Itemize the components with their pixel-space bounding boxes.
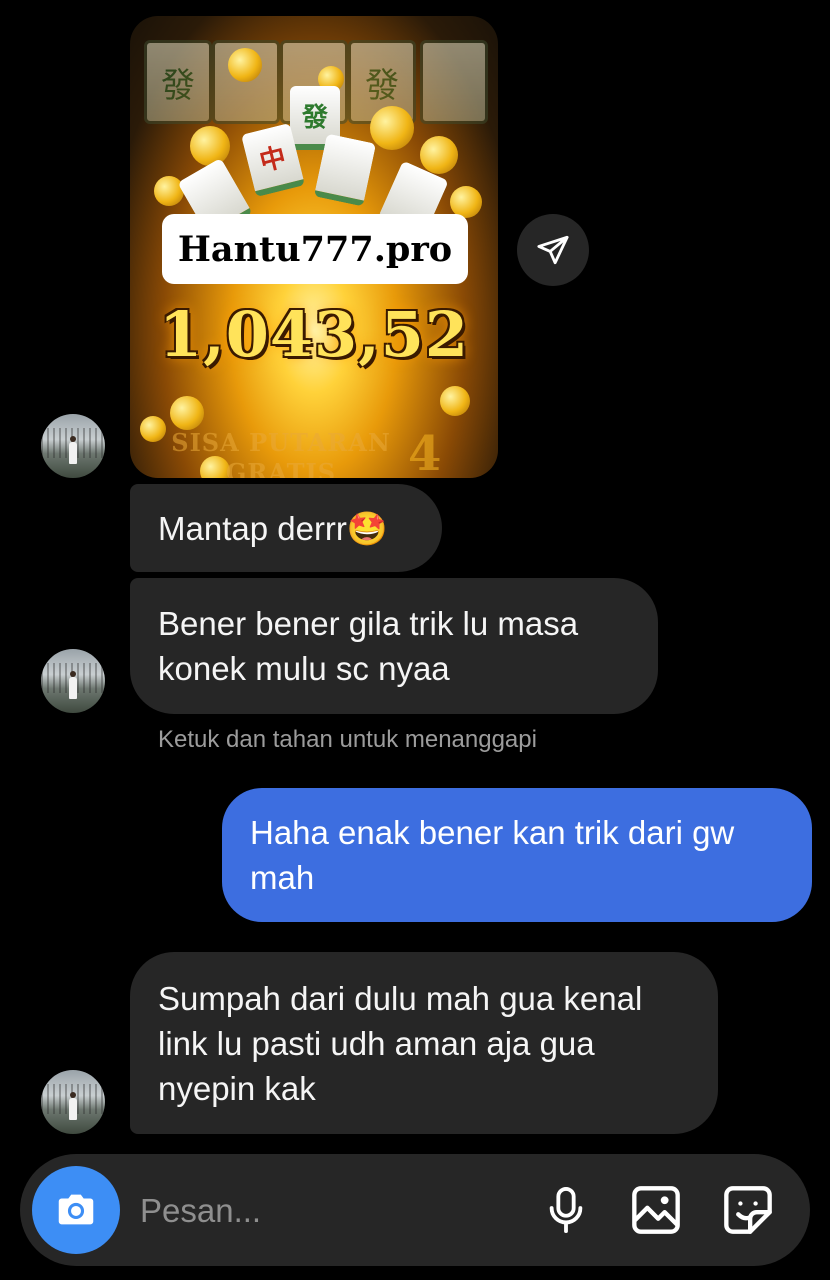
share-button[interactable] <box>517 214 589 286</box>
coin <box>140 416 166 442</box>
gallery-button[interactable] <box>628 1182 684 1238</box>
incoming-message[interactable]: Sumpah dari dulu mah gua kenal link lu p… <box>130 952 718 1134</box>
message-line: Haha enak bener kan trik dari gw <box>250 814 735 851</box>
incoming-message[interactable]: Bener bener gila trik lu masa konek mulu… <box>130 578 658 714</box>
image-counter: 4 <box>408 426 442 478</box>
shared-image-message[interactable]: 發 發 發 中 Hantu777.pro 1,043,52 SISA PUTAR… <box>130 16 498 478</box>
coin <box>420 136 458 174</box>
camera-button[interactable] <box>32 1166 120 1254</box>
message-composer <box>20 1154 810 1266</box>
coin <box>170 396 204 430</box>
send-icon <box>537 235 569 265</box>
sticker-button[interactable] <box>720 1182 776 1238</box>
sticker-icon <box>724 1186 772 1234</box>
camera-icon <box>58 1194 94 1225</box>
avatar[interactable] <box>41 649 105 713</box>
mahjong-tile-bg <box>420 40 488 124</box>
outgoing-message[interactable]: Haha enak bener kan trik dari gw mah <box>222 788 812 922</box>
reply-hint: Ketuk dan tahan untuk menanggapi <box>158 726 537 753</box>
message-line: Bener bener gila trik lu masa <box>158 605 579 642</box>
image-watermark-label: Hantu777.pro <box>162 214 468 284</box>
mahjong-tile-bg: 發 <box>144 40 212 124</box>
message-line: link lu pasti udh aman aja gua <box>158 1024 595 1062</box>
incoming-message[interactable]: Mantap derrr🤩 <box>130 484 442 572</box>
message-line: konek mulu sc nyaa <box>158 650 450 687</box>
message-text: Mantap derrr🤩 <box>158 506 414 551</box>
image-win-amount: 1,043,52 <box>158 298 469 371</box>
message-line: nyepin kak <box>158 1069 316 1107</box>
message-line: mah <box>250 859 315 896</box>
message-input[interactable] <box>138 1184 522 1238</box>
avatar[interactable] <box>41 1070 105 1134</box>
microphone-icon <box>549 1187 583 1233</box>
coin <box>228 48 262 82</box>
microphone-button[interactable] <box>538 1182 594 1238</box>
image-caption: SISA PUTARAN GRATIS <box>171 428 391 478</box>
coin <box>190 126 230 166</box>
gallery-icon <box>632 1186 680 1234</box>
coin <box>370 106 414 150</box>
star-struck-emoji: 🤩 <box>346 509 389 547</box>
avatar[interactable] <box>41 414 105 478</box>
coin <box>440 386 470 416</box>
chat-screen: 發 發 發 中 Hantu777.pro 1,043,52 SISA PUTAR… <box>0 0 830 1280</box>
message-line: Mantap derrr <box>158 509 347 547</box>
message-line: Sumpah dari dulu mah gua kenal <box>158 979 643 1017</box>
